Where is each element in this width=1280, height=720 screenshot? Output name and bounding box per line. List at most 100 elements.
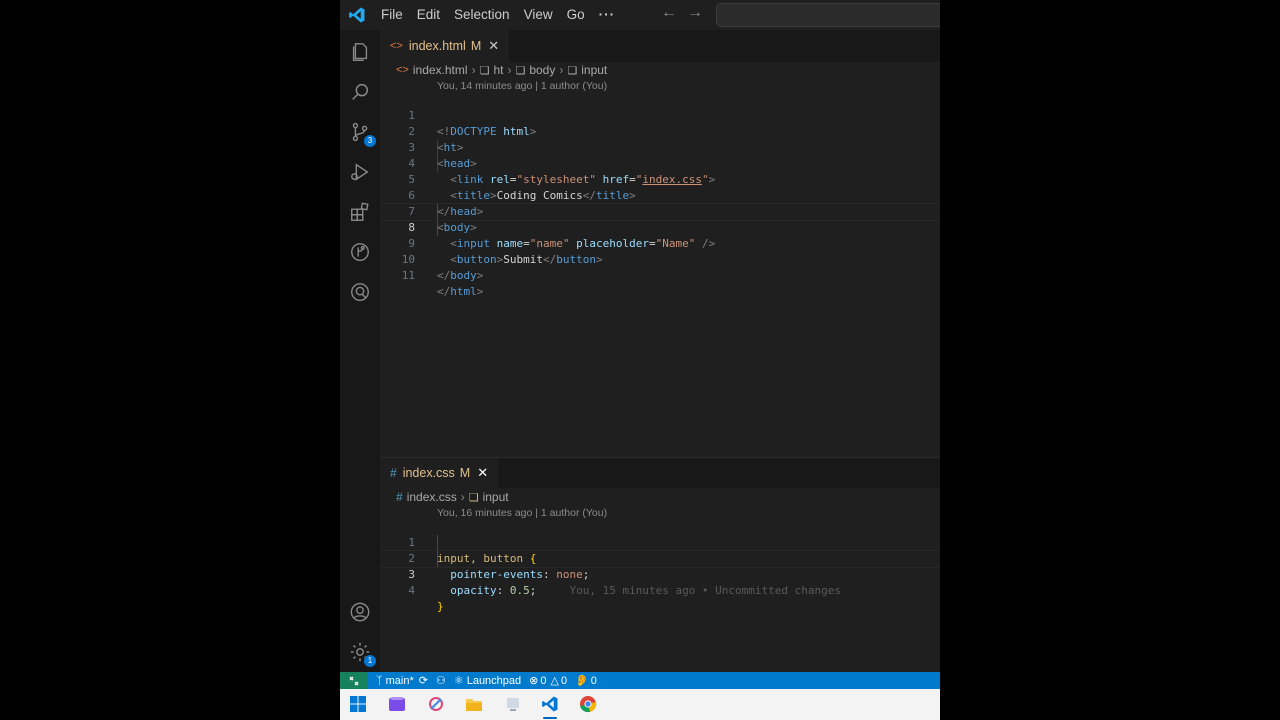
line-number: 4 [408, 584, 415, 597]
code-area[interactable]: 1 input, button { 2 pointer-events: none… [380, 519, 940, 613]
search-icon[interactable] [348, 80, 372, 104]
chevron-right-icon: › [471, 63, 476, 77]
selector-icon: ❏ [468, 491, 479, 504]
breadcrumb-item[interactable]: ht [493, 63, 503, 77]
code-line: 7 <body> [380, 188, 940, 234]
code-line: 3 <head> [380, 124, 940, 170]
windows-taskbar [340, 689, 940, 720]
branch-icon: ᛉ [376, 674, 383, 687]
html-file-icon: <> [396, 64, 409, 76]
launchpad-status[interactable]: ⚛ Launchpad [453, 674, 522, 688]
error-count: 0 [540, 674, 547, 687]
menu-selection[interactable]: Selection [447, 0, 517, 30]
menu-view[interactable]: View [517, 0, 560, 30]
remote-indicator[interactable] [340, 672, 368, 689]
snipping-tool-icon[interactable] [427, 695, 445, 713]
warning-icon: △ [550, 675, 559, 687]
remote-explorer-icon[interactable] [348, 280, 372, 304]
extensions-icon[interactable] [348, 200, 372, 224]
branch-status[interactable]: ᛉ main* ⟳ [376, 674, 428, 688]
warning-count: 0 [560, 674, 568, 687]
css-file-icon: # [396, 490, 403, 504]
problems-status[interactable]: ⊗ 0 △ 0 [529, 674, 568, 688]
back-arrow-icon[interactable]: ← [661, 4, 677, 22]
code-line: 11 </html> [380, 252, 940, 298]
account-icon[interactable] [348, 600, 372, 624]
title-bar: File Edit Selection View Go ··· ← → [340, 0, 940, 30]
run-debug-icon[interactable] [348, 160, 372, 184]
blame-codelens[interactable]: You, 14 minutes ago | 1 author (You) [437, 80, 607, 92]
windows-start-icon[interactable] [349, 695, 367, 713]
command-center-search[interactable] [716, 3, 940, 27]
chevron-right-icon: › [507, 63, 512, 77]
sync-icon[interactable]: ⟳ [419, 674, 428, 687]
breadcrumb: # index.css › ❏ input [396, 487, 509, 507]
breadcrumb: <> index.html › ❏ ht › ❏ body › ❏ input [396, 60, 607, 80]
tab-bar: <> index.html M ✕ [380, 30, 940, 62]
chevron-right-icon: › [460, 490, 465, 504]
code-area[interactable]: 1 <!DOCTYPE html> 2 <ht> 3 <head> 4 <lin… [380, 92, 940, 298]
explorer-icon[interactable] [348, 40, 372, 64]
code-line-current: 3 opacity: 0.5; You, 15 minutes ago • Un… [380, 550, 940, 597]
tab-index-css[interactable]: # index.css M ✕ [380, 458, 499, 488]
tab-index-html[interactable]: <> index.html M ✕ [380, 30, 510, 62]
code-line: 6 </head> [380, 172, 940, 218]
modified-indicator: M [459, 466, 471, 480]
media-app-icon[interactable] [388, 695, 406, 713]
code-line: 1 <!DOCTYPE html> [380, 92, 940, 138]
file-explorer-icon[interactable] [465, 695, 483, 713]
breadcrumb-file[interactable]: index.css [407, 490, 457, 504]
settings-badge: 1 [364, 655, 376, 667]
code-line: 4 <link rel="stylesheet" href="index.css… [380, 140, 940, 186]
forward-arrow-icon[interactable]: → [687, 4, 703, 22]
git-graph-status[interactable]: ⚇ [436, 674, 446, 687]
menu-bar: File Edit Selection View Go ··· [374, 0, 622, 30]
code-line: 1 input, button { [380, 519, 940, 565]
code-line: 2 pointer-events: none; [380, 535, 940, 581]
chevron-right-icon: › [559, 63, 564, 77]
app-icon[interactable] [504, 695, 522, 713]
launchpad-icon: ⚛ [453, 675, 464, 687]
git-graph-icon: ⚇ [435, 675, 446, 687]
menu-file[interactable]: File [374, 0, 410, 30]
menu-edit[interactable]: Edit [410, 0, 447, 30]
gear-icon[interactable]: 1 [348, 640, 376, 667]
status-bar: ᛉ main* ⟳ ⚇ ⚛ Launchpad ⊗ 0 △ 0 👂 0 [340, 672, 940, 689]
tab-bar: # index.css M ✕ [380, 458, 940, 488]
line-number: 11 [401, 269, 415, 282]
code-line: 5 <title>Coding Comics</title> [380, 156, 940, 202]
element-icon: ❏ [567, 64, 578, 77]
close-icon[interactable]: ✕ [488, 38, 499, 54]
html-file-icon: <> [390, 40, 403, 52]
vscode-logo-icon [340, 0, 374, 30]
ports-icon: 👂 [575, 675, 589, 687]
vscode-window: File Edit Selection View Go ··· ← → 3 1 … [340, 0, 940, 720]
source-control-badge: 3 [364, 135, 376, 147]
modified-indicator: M [470, 39, 482, 53]
chrome-icon[interactable] [579, 695, 597, 713]
blame-codelens[interactable]: You, 16 minutes ago | 1 author (You) [437, 507, 607, 519]
breadcrumb-file[interactable]: index.html [413, 63, 468, 77]
inline-blame: You, 15 minutes ago • Uncommitted change… [569, 584, 842, 597]
breadcrumb-item[interactable]: input [483, 490, 509, 504]
close-icon[interactable]: ✕ [477, 465, 488, 481]
error-icon: ⊗ [529, 675, 539, 687]
ports-count: 0 [590, 674, 597, 687]
source-control-icon[interactable]: 3 [348, 120, 376, 147]
breadcrumb-item[interactable]: input [581, 63, 607, 77]
editor-group-html: <> index.html M ✕ <> index.html › ❏ ht ›… [380, 30, 940, 457]
editor-group-css: # index.css M ✕ # index.css › ❏ input Yo… [380, 458, 940, 672]
tab-filename: index.html [408, 39, 466, 53]
element-icon: ❏ [479, 64, 490, 77]
vscode-icon[interactable] [541, 695, 559, 719]
launchpad-label: Launchpad [466, 674, 522, 687]
menu-more[interactable]: ··· [592, 0, 623, 30]
code-line: 4 } [380, 567, 940, 613]
branch-name: main* [385, 674, 414, 687]
git-graph-icon[interactable] [348, 240, 372, 264]
tab-filename: index.css [402, 466, 455, 480]
menu-go[interactable]: Go [560, 0, 592, 30]
breadcrumb-item[interactable]: body [529, 63, 555, 77]
activity-bar: 3 1 [340, 30, 380, 672]
ports-status[interactable]: 👂 0 [575, 674, 597, 688]
